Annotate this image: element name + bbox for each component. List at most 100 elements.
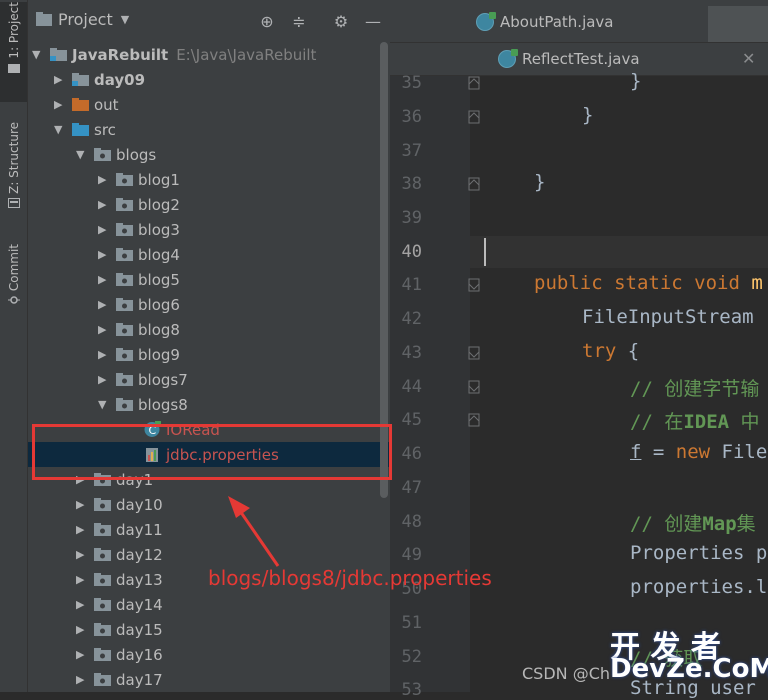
collapse-all-icon[interactable]: ≑ bbox=[290, 12, 308, 31]
chevron-right-icon[interactable]: ▶ bbox=[98, 298, 110, 311]
chevron-right-icon[interactable]: ▶ bbox=[76, 523, 88, 536]
tree-item-blogs[interactable]: ▼ blogs bbox=[28, 142, 438, 167]
java-class-icon bbox=[498, 49, 518, 68]
package-icon bbox=[116, 373, 133, 386]
code-line-38[interactable]: } bbox=[534, 171, 545, 193]
package-icon bbox=[94, 548, 111, 561]
code-line-43[interactable]: try { bbox=[582, 340, 639, 362]
chevron-right-icon[interactable]: ▶ bbox=[54, 98, 66, 111]
chevron-right-icon[interactable]: ▶ bbox=[76, 673, 88, 686]
chevron-right-icon[interactable]: ▶ bbox=[98, 348, 110, 361]
code-line-48[interactable]: // 创建Map集 bbox=[630, 509, 756, 536]
chevron-right-icon[interactable]: ▶ bbox=[98, 323, 110, 336]
chevron-right-icon[interactable]: ▶ bbox=[54, 73, 66, 86]
chevron-right-icon[interactable]: ▶ bbox=[98, 198, 110, 211]
tree-item-day17[interactable]: ▶ day17 bbox=[28, 667, 438, 692]
tree-item-javarebuilt[interactable]: ▼ JavaRebuilt E:\Java\JavaRebuilt bbox=[28, 42, 394, 67]
fold-start-icon[interactable] bbox=[468, 380, 480, 394]
structure-tool-tab[interactable]: Z: Structure bbox=[0, 122, 27, 222]
package-icon bbox=[116, 173, 133, 186]
fold-start-icon[interactable] bbox=[468, 278, 480, 292]
tree-item-label: day17 bbox=[116, 670, 163, 689]
structure-icon bbox=[7, 197, 20, 208]
current-line-highlight bbox=[470, 236, 768, 268]
comment-text: 集 bbox=[736, 513, 756, 535]
chevron-down-icon[interactable]: ▼ bbox=[121, 13, 129, 26]
line-number: 43 bbox=[401, 343, 422, 363]
line-number: 48 bbox=[401, 512, 422, 532]
commit-tool-tab[interactable]: Commit bbox=[0, 244, 27, 316]
tree-item-label: day15 bbox=[116, 620, 163, 639]
fold-end-icon[interactable] bbox=[468, 76, 480, 90]
line-number: 39 bbox=[401, 208, 422, 228]
tree-item-label: out bbox=[94, 95, 119, 114]
chevron-down-icon[interactable]: ▼ bbox=[54, 123, 66, 136]
tree-item-out[interactable]: ▶ out bbox=[28, 92, 416, 117]
tree-item-label: blog3 bbox=[138, 220, 180, 239]
chevron-right-icon[interactable]: ▶ bbox=[98, 273, 110, 286]
chevron-right-icon[interactable]: ▶ bbox=[98, 373, 110, 386]
project-panel-title[interactable]: Project bbox=[58, 10, 113, 29]
tree-item-label: blogs8 bbox=[138, 395, 188, 414]
code-line-42[interactable]: FileInputStream bbox=[582, 306, 765, 328]
source-folder-icon bbox=[72, 123, 89, 136]
code-line-45[interactable]: // 在IDEA 中 bbox=[630, 407, 760, 434]
chevron-right-icon[interactable]: ▶ bbox=[76, 498, 88, 511]
code-line-36[interactable]: } bbox=[582, 104, 593, 126]
code-line-49[interactable]: Properties p bbox=[630, 542, 767, 564]
chevron-right-icon[interactable]: ▶ bbox=[76, 548, 88, 561]
tree-item-day12[interactable]: ▶ day12 bbox=[28, 542, 438, 567]
tree-item-day10[interactable]: ▶ day10 bbox=[28, 492, 438, 517]
editor-tab-row-1: AboutPath.java bbox=[390, 0, 768, 43]
chevron-down-icon[interactable]: ▼ bbox=[98, 398, 110, 411]
commit-icon bbox=[7, 296, 20, 304]
fold-end-icon[interactable] bbox=[468, 413, 480, 427]
chevron-right-icon[interactable]: ▶ bbox=[98, 173, 110, 186]
tree-item-day09[interactable]: ▶ day09 bbox=[28, 67, 416, 92]
code-text: = bbox=[641, 441, 676, 463]
fold-end-icon[interactable] bbox=[468, 110, 480, 124]
code-line-46[interactable]: f = new File bbox=[630, 441, 767, 463]
package-icon bbox=[116, 223, 133, 236]
tree-item-day11[interactable]: ▶ day11 bbox=[28, 517, 438, 542]
chevron-right-icon[interactable]: ▶ bbox=[98, 248, 110, 261]
gear-icon[interactable]: ⚙ bbox=[332, 12, 350, 31]
code-line-41[interactable]: public static void m bbox=[534, 272, 763, 294]
tree-item-day16[interactable]: ▶ day16 bbox=[28, 642, 438, 667]
package-icon bbox=[94, 148, 111, 161]
chevron-right-icon[interactable]: ▶ bbox=[76, 573, 88, 586]
project-tool-tab[interactable]: 1: Project bbox=[0, 2, 27, 102]
chevron-right-icon[interactable]: ▶ bbox=[98, 223, 110, 236]
package-icon bbox=[116, 348, 133, 361]
hide-icon[interactable]: — bbox=[364, 12, 382, 31]
fold-end-icon[interactable] bbox=[468, 177, 480, 191]
package-icon bbox=[94, 573, 111, 586]
code-line-50[interactable]: properties.l bbox=[630, 576, 767, 598]
line-number: 49 bbox=[401, 545, 422, 565]
tool-window-stripe: 1: Project Z: Structure Commit bbox=[0, 0, 28, 692]
chevron-right-icon[interactable]: ▶ bbox=[76, 623, 88, 636]
tree-item-day15[interactable]: ▶ day15 bbox=[28, 617, 438, 642]
tree-item-src[interactable]: ▼ src bbox=[28, 117, 416, 142]
fold-start-icon[interactable] bbox=[468, 346, 480, 360]
package-icon bbox=[94, 648, 111, 661]
chevron-down-icon[interactable]: ▼ bbox=[76, 148, 88, 161]
code-text: { bbox=[616, 340, 640, 362]
close-icon[interactable]: ✕ bbox=[742, 49, 755, 68]
folder-icon bbox=[7, 63, 20, 73]
tree-item-label: blog4 bbox=[138, 245, 180, 264]
chevron-down-icon[interactable]: ▼ bbox=[32, 48, 44, 61]
tree-item-day14[interactable]: ▶ day14 bbox=[28, 592, 438, 617]
tab-aboutpath[interactable]: AboutPath.java bbox=[476, 12, 614, 31]
tree-item-label: blog2 bbox=[138, 195, 180, 214]
code-line-44[interactable]: // 创建字节输 bbox=[630, 374, 759, 401]
tab-reflecttest[interactable]: ReflectTest.java bbox=[498, 49, 640, 68]
line-number: 35 bbox=[401, 73, 422, 93]
chevron-right-icon[interactable]: ▶ bbox=[76, 648, 88, 661]
locate-icon[interactable]: ⊕ bbox=[258, 12, 276, 31]
tree-item-label: blogs bbox=[116, 145, 157, 164]
java-class-icon bbox=[476, 12, 496, 31]
chevron-right-icon[interactable]: ▶ bbox=[76, 598, 88, 611]
line-number: 46 bbox=[401, 444, 422, 464]
code-line-35[interactable]: } bbox=[630, 70, 641, 92]
